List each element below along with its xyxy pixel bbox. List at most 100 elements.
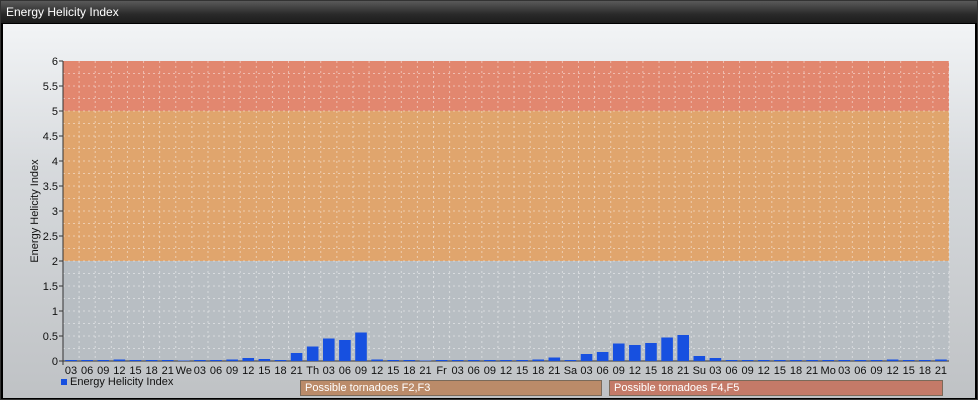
y-tick-label: 3.5 xyxy=(43,181,58,193)
chart-panel: 0 0.5 1 1.5 2 2.5 3 3.5 4 4.5 5 5.5 6 Energy Helicity… xyxy=(3,24,975,398)
x-tick-label: 18 xyxy=(403,365,415,377)
bar-24 xyxy=(451,360,464,361)
x-tick-label: 09 xyxy=(226,365,238,377)
bar-44 xyxy=(774,360,786,361)
risk-zone-1 xyxy=(63,61,949,111)
x-tick-label: 06 xyxy=(210,365,222,377)
x-tick-label: 03 xyxy=(452,365,464,377)
bar-20 xyxy=(387,360,400,361)
bar-11 xyxy=(242,358,255,361)
title-bar: Energy Helicity Index xyxy=(1,1,977,23)
bar-8 xyxy=(194,360,206,361)
bar-36 xyxy=(645,343,657,361)
bar-39 xyxy=(693,356,706,361)
x-tick-label: 03 xyxy=(709,365,721,377)
bar-13 xyxy=(274,360,287,361)
x-tick-label: 15 xyxy=(645,365,657,377)
x-tick-label: We xyxy=(176,365,192,377)
x-tick-label: 15 xyxy=(258,365,270,377)
bar-4 xyxy=(129,360,142,361)
x-tick-label: 15 xyxy=(903,365,915,377)
y-tick-label: 4.5 xyxy=(43,131,58,143)
x-tick-label: 12 xyxy=(886,365,898,377)
x-tick-label: 12 xyxy=(242,365,254,377)
bar-38 xyxy=(677,335,689,361)
y-tick-label: 2 xyxy=(52,256,58,268)
x-tick-label: 18 xyxy=(274,365,286,377)
bar-54 xyxy=(935,359,947,361)
bar-22 xyxy=(419,360,432,361)
bar-47 xyxy=(822,360,834,361)
y-tick-label: 1 xyxy=(52,306,58,318)
bar-27 xyxy=(500,360,512,361)
x-tick-label: 21 xyxy=(290,365,302,377)
y-tick-label: 5.5 xyxy=(43,81,58,93)
legend[interactable]: Energy Helicity Index xyxy=(61,376,173,388)
y-tick-label: 0.5 xyxy=(43,331,58,343)
x-tick-label: 18 xyxy=(919,365,931,377)
y-tick-label: 2.5 xyxy=(43,231,58,243)
x-tick-label: 03 xyxy=(838,365,850,377)
bar-1 xyxy=(81,360,93,361)
bar-42 xyxy=(741,360,754,361)
x-tick-label: 12 xyxy=(500,365,512,377)
x-tick-label: 06 xyxy=(854,365,866,377)
risk-zone-0 xyxy=(63,111,949,261)
bar-33 xyxy=(596,352,609,361)
legend-swatch xyxy=(61,379,67,385)
bar-7 xyxy=(178,360,190,361)
bar-41 xyxy=(725,360,738,361)
bar-31 xyxy=(564,360,577,361)
bar-10 xyxy=(226,359,238,361)
bar-14 xyxy=(290,353,303,361)
x-tick-label: 21 xyxy=(935,365,947,377)
widget-title: Energy Helicity Index xyxy=(6,5,119,19)
bar-30 xyxy=(548,357,561,361)
x-tick-label: 09 xyxy=(870,365,882,377)
bar-18 xyxy=(355,332,367,361)
x-tick-label: 18 xyxy=(532,365,544,377)
bar-2 xyxy=(97,360,110,361)
x-tick-label: 06 xyxy=(468,365,480,377)
x-tick-label: 12 xyxy=(758,365,770,377)
x-tick-label: 15 xyxy=(387,365,399,377)
bar-51 xyxy=(886,359,899,361)
x-tick-label: 21 xyxy=(806,365,818,377)
bar-52 xyxy=(902,360,915,361)
x-tick-label: 09 xyxy=(742,365,754,377)
ehi-bar-chart: 0 0.5 1 1.5 2 2.5 3 3.5 4 4.5 5 5.5 6 Energy Helicity… xyxy=(29,56,950,377)
bar-35 xyxy=(629,345,641,361)
bar-6 xyxy=(161,360,174,361)
bar-32 xyxy=(580,354,593,361)
y-tick-label: 3 xyxy=(52,206,58,218)
legend-label: Energy Helicity Index xyxy=(70,376,174,388)
bar-26 xyxy=(484,360,496,361)
chart-widget: Energy Helicity Index 0 0.5 1 1.5 2 2.5 3 3.5 4 4… xyxy=(0,0,978,400)
x-tick-label: 21 xyxy=(548,365,560,377)
zone-label-f2-f3: Possible tornadoes F2,F3 xyxy=(300,380,602,396)
x-tick-label: 03 xyxy=(323,365,335,377)
y-tick-label: 6 xyxy=(52,56,58,68)
bar-25 xyxy=(467,360,480,361)
bar-28 xyxy=(516,360,528,361)
y-axis-label: Energy Helicity Index xyxy=(29,159,41,263)
bar-12 xyxy=(258,359,271,361)
x-tick-label: 15 xyxy=(774,365,786,377)
bar-50 xyxy=(870,360,883,361)
bar-19 xyxy=(371,359,383,361)
x-tick-label: Mo xyxy=(821,365,836,377)
x-tick-label: 15 xyxy=(516,365,528,377)
bar-16 xyxy=(323,338,335,361)
bar-49 xyxy=(854,360,867,361)
bar-48 xyxy=(838,360,851,361)
x-tick-label: Fr xyxy=(436,365,447,377)
x-tick-label: 12 xyxy=(371,365,383,377)
y-tick-label: 0 xyxy=(52,356,58,368)
bar-5 xyxy=(145,360,158,361)
x-tick-label: 18 xyxy=(790,365,802,377)
zone-label-f4-f5: Possible tornadoes F4,F5 xyxy=(609,380,943,396)
y-tick-label: 4 xyxy=(52,156,58,168)
bar-40 xyxy=(709,358,722,361)
bar-3 xyxy=(113,359,126,361)
bar-17 xyxy=(339,340,351,361)
